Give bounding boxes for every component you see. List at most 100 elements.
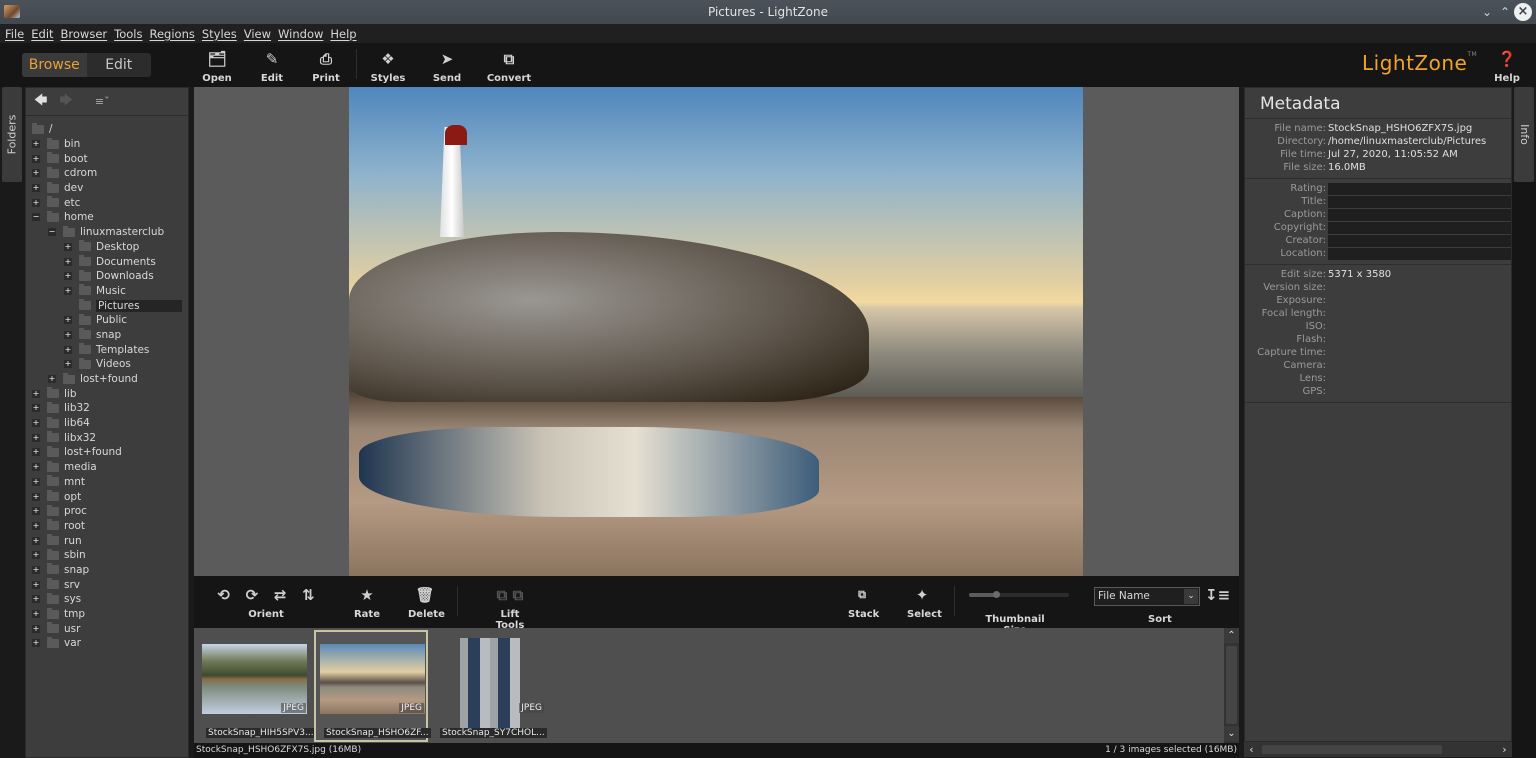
expand-icon[interactable]: + [32,198,40,207]
tree-item[interactable]: + opt [26,489,188,504]
menu-edit[interactable]: Edit [31,27,53,41]
collapse-icon[interactable]: − [32,213,40,222]
expand-icon[interactable]: + [64,286,72,295]
tree-item[interactable]: + sys [26,592,188,607]
tree-item[interactable]: + lib32 [26,401,188,416]
print-button[interactable]: ⎙ Print [301,49,351,84]
minimize-button[interactable]: ⌄ [1478,3,1496,21]
tree-item[interactable]: + lib [26,386,188,401]
help-button[interactable]: ❓ Help [1482,49,1532,84]
tree-item[interactable]: Pictures [26,298,188,313]
edit-button[interactable]: ✎ Edit [247,49,297,84]
expand-icon[interactable]: + [64,345,72,354]
expand-icon[interactable]: + [32,419,40,428]
tree-item[interactable]: + Documents [26,254,188,269]
metadata-input[interactable] [1328,221,1511,234]
expand-icon[interactable]: + [32,521,40,530]
sort-order-button[interactable]: ↧≡ [1205,584,1230,606]
tree-item[interactable]: + mnt [26,475,188,490]
expand-icon[interactable]: + [64,360,72,369]
expand-icon[interactable]: + [32,610,40,619]
delete-button[interactable]: 🗑 Delete [408,584,445,620]
expand-icon[interactable]: + [32,154,40,163]
tree-item[interactable]: + tmp [26,607,188,622]
expand-icon[interactable]: + [64,242,72,251]
expand-icon[interactable]: + [64,316,72,325]
metadata-input[interactable] [1328,208,1511,221]
tree-item[interactable]: + proc [26,504,188,519]
tree-item[interactable]: + lib64 [26,416,188,431]
rotate-right-icon[interactable]: ⟳ [246,586,259,604]
folder-view-menu-icon[interactable]: ≡ˇ [95,95,110,108]
tree-item[interactable]: + Public [26,313,188,328]
menu-regions[interactable]: Regions [149,27,194,41]
tree-item[interactable]: + Videos [26,357,188,372]
menu-help[interactable]: Help [330,27,356,41]
expand-icon[interactable]: + [32,551,40,560]
expand-icon[interactable]: + [32,463,40,472]
folders-tab[interactable]: Folders [2,87,22,182]
menu-view[interactable]: View [244,27,271,41]
styles-button[interactable]: ❖ Styles [363,49,413,84]
expand-icon[interactable]: + [64,257,72,266]
menu-window[interactable]: Window [278,27,323,41]
expand-icon[interactable]: + [32,140,40,149]
expand-icon[interactable]: + [32,624,40,633]
tree-item[interactable]: + libx32 [26,430,188,445]
expand-icon[interactable]: + [32,580,40,589]
slider-knob[interactable] [993,591,1000,598]
tree-item[interactable]: + boot [26,151,188,166]
tree-item[interactable]: + Desktop [26,240,188,255]
expand-icon[interactable]: + [48,375,56,384]
thumbnail-size-slider[interactable] [969,591,1069,598]
expand-icon[interactable]: + [64,330,72,339]
maximize-button[interactable]: ⌃ [1496,3,1514,21]
scroll-up-icon[interactable]: ⌃ [1224,628,1239,643]
expand-icon[interactable]: + [32,389,40,398]
tree-item[interactable]: − linuxmasterclub [26,225,188,240]
lift-tools-button[interactable]: ⧉ ⧉ Lift Tools [488,584,532,631]
metadata-input[interactable] [1328,247,1511,260]
expand-icon[interactable]: + [32,639,40,648]
tree-item[interactable]: + srv [26,577,188,592]
scroll-down-icon[interactable]: ⌄ [1224,726,1239,741]
metadata-input[interactable] [1328,195,1511,208]
open-button[interactable]: 🗂 Open [192,49,242,84]
rate-button[interactable]: ★ Rate [352,584,382,620]
expand-icon[interactable]: + [32,492,40,501]
flip-horizontal-icon[interactable]: ⇄ [274,586,287,604]
tree-item-root[interactable]: / [26,122,188,137]
tree-item[interactable]: + bin [26,137,188,152]
select-button[interactable]: ✦ Select [907,584,942,620]
info-tab[interactable]: Info [1514,87,1534,182]
tree-item[interactable]: + root [26,519,188,534]
menu-file[interactable]: File [5,27,24,41]
tree-item[interactable]: + lost+found [26,372,188,387]
expand-icon[interactable]: + [32,184,40,193]
rotate-left-icon[interactable]: ⟲ [217,586,230,604]
thumbnail-item[interactable]: JPEG StockSnap_HIH5SPV3... [196,630,316,742]
menu-tools[interactable]: Tools [114,27,142,41]
sort-dropdown[interactable]: File Name ⌄ [1094,587,1200,606]
tree-item[interactable]: + dev [26,181,188,196]
tree-item[interactable]: − home [26,210,188,225]
scrollbar-thumb[interactable] [1262,745,1442,754]
thumbnail-item[interactable]: JPEG StockSnap_SY7CHOL... [434,630,548,742]
send-button[interactable]: ➤ Send [422,49,472,84]
scrollbar-thumb[interactable] [1226,646,1237,724]
back-arrow-icon[interactable]: 🡄 [34,91,47,113]
convert-button[interactable]: ⧉ Convert [484,49,534,84]
expand-icon[interactable]: + [32,169,40,178]
expand-icon[interactable]: + [32,477,40,486]
metadata-input[interactable] [1328,234,1511,247]
tree-item[interactable]: + Music [26,284,188,299]
tree-item[interactable]: + var [26,636,188,651]
tree-item[interactable]: + Templates [26,342,188,357]
edit-mode-button[interactable]: Edit [87,53,152,77]
expand-icon[interactable]: + [64,272,72,281]
forward-arrow-icon[interactable]: 🡆 [59,91,72,113]
close-button[interactable]: × [1514,3,1532,21]
thumbnail-scrollbar[interactable]: ⌃ ⌄ [1224,628,1239,743]
menu-browser[interactable]: Browser [61,27,108,41]
tree-item[interactable]: + cdrom [26,166,188,181]
